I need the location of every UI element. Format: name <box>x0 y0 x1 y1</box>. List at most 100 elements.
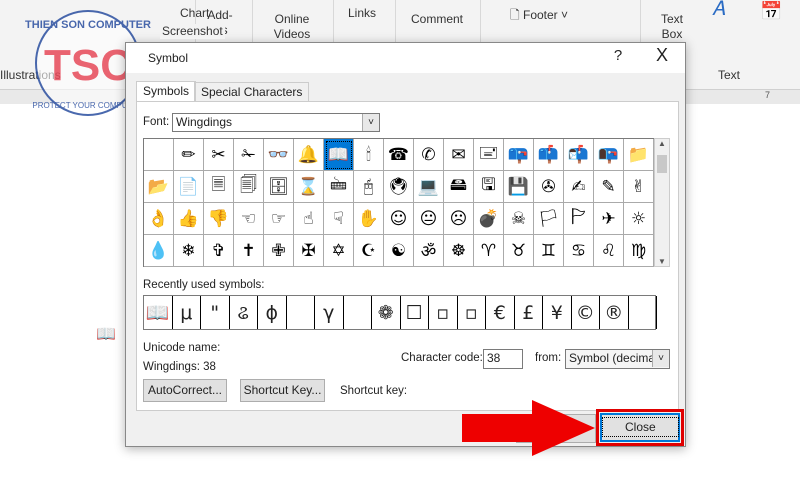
symbol-cell[interactable]: 🕯 <box>354 139 384 171</box>
symbol-cell[interactable]: ✂ <box>204 139 234 171</box>
symbol-cell[interactable]: 🗄 <box>264 171 294 203</box>
symbol-cell[interactable]: ☼ <box>624 203 654 235</box>
symbol-cell[interactable]: ♋ <box>564 235 594 267</box>
recent-symbol-cell[interactable]: ® <box>600 296 629 329</box>
chevron-down-icon[interactable]: ˅ <box>362 114 379 131</box>
symbol-cell[interactable]: ✍ <box>564 171 594 203</box>
symbol-cell[interactable]: ✎ <box>594 171 624 203</box>
grid-scrollbar[interactable]: ▲ ▼ <box>654 138 670 267</box>
symbol-cell[interactable]: ❄ <box>174 235 204 267</box>
symbol-cell[interactable]: 👌 <box>144 203 174 235</box>
recent-symbol-cell[interactable]: 📖 <box>144 296 173 329</box>
recent-symbol-cell[interactable]: © <box>572 296 600 329</box>
symbol-cell[interactable]: 🖃 <box>474 139 504 171</box>
symbol-cell[interactable]: ☞ <box>264 203 294 235</box>
symbol-cell[interactable]: 📭 <box>594 139 624 171</box>
symbol-cell[interactable]: ☟ <box>324 203 354 235</box>
recent-symbol-cell[interactable]: " <box>201 296 230 329</box>
autocorrect-button[interactable]: AutoCorrect... <box>143 379 227 402</box>
symbol-cell[interactable]: 🔔 <box>294 139 324 171</box>
symbol-cell[interactable]: ✙ <box>264 235 294 267</box>
recent-symbol-cell[interactable]: ଌ <box>230 296 258 329</box>
symbol-cell[interactable]: 📬 <box>564 139 594 171</box>
symbol-cell[interactable]: 🖮 <box>324 171 354 203</box>
symbol-cell[interactable]: 🏳 <box>534 203 564 235</box>
recent-symbol-cell[interactable] <box>629 296 657 329</box>
symbol-cell[interactable]: ✞ <box>204 235 234 267</box>
chevron-down-icon[interactable]: ˅ <box>652 350 669 367</box>
text-box-button[interactable]: Text Box <box>650 12 694 42</box>
symbol-cell[interactable]: 🏱 <box>564 203 594 235</box>
close-x-button[interactable]: X <box>648 45 676 66</box>
recent-symbol-cell[interactable]: € <box>486 296 515 329</box>
symbol-cell[interactable]: ॐ <box>414 235 444 267</box>
scroll-up-icon[interactable]: ▲ <box>655 139 669 148</box>
recent-symbol-cell[interactable]: ☐ <box>401 296 429 329</box>
symbol-cell[interactable]: 📁 <box>624 139 654 171</box>
symbol-cell[interactable]: ♊ <box>534 235 564 267</box>
font-select[interactable]: Wingdings ˅ <box>172 113 380 132</box>
symbol-cell[interactable]: 🖫 <box>474 171 504 203</box>
symbol-cell[interactable]: 🖰 <box>354 171 384 203</box>
recent-symbol-cell[interactable]: γ <box>315 296 344 329</box>
symbol-cell[interactable]: ⌛ <box>294 171 324 203</box>
symbol-cell[interactable]: ☹ <box>444 203 474 235</box>
symbol-cell[interactable]: ✏ <box>174 139 204 171</box>
wordart-icon[interactable]: 𝐴 <box>712 0 725 19</box>
recent-symbol-cell[interactable] <box>287 296 315 329</box>
help-button[interactable]: ? <box>606 47 630 64</box>
symbol-cell[interactable]: 👎 <box>204 203 234 235</box>
recent-symbol-cell[interactable]: ϕ <box>258 296 287 329</box>
recent-symbol-cell[interactable]: ❁ <box>372 296 401 329</box>
recent-symbol-cell[interactable]: ▫ <box>458 296 486 329</box>
links-button[interactable]: Links <box>342 6 382 21</box>
symbol-cell[interactable]: 💧 <box>144 235 174 267</box>
symbol-cell[interactable]: 📄 <box>174 171 204 203</box>
symbol-cell[interactable]: 📂 <box>144 171 174 203</box>
symbol-cell[interactable]: ☸ <box>444 235 474 267</box>
symbol-cell[interactable]: ☎ <box>384 139 414 171</box>
recent-symbols[interactable]: 📖 μ " ଌ ϕ γ ❁ ☐ ▫ ▫ € £ ¥ © ® <box>143 295 657 330</box>
symbol-cell[interactable]: 📫 <box>534 139 564 171</box>
symbol-cell[interactable]: 🖴 <box>444 171 474 203</box>
symbol-cell[interactable]: ✇ <box>534 171 564 203</box>
symbol-cell[interactable]: ☯ <box>384 235 414 267</box>
symbol-cell[interactable]: ✌ <box>624 171 654 203</box>
symbol-cell[interactable]: ✉ <box>444 139 474 171</box>
symbol-cell[interactable]: ✁ <box>234 139 264 171</box>
footer-button[interactable]: 🗋 Footer ˅ <box>510 8 568 23</box>
shortcut-key-button[interactable]: Shortcut Key... <box>240 379 325 402</box>
symbol-cell[interactable]: ☠ <box>504 203 534 235</box>
symbol-cell[interactable]: 💣 <box>474 203 504 235</box>
recent-symbol-cell[interactable]: ▫ <box>429 296 458 329</box>
close-button[interactable]: Close <box>600 413 680 442</box>
symbol-cell[interactable]: 🗐 <box>234 171 264 203</box>
symbol-cell[interactable]: 📖 <box>324 139 354 171</box>
recent-symbol-cell[interactable] <box>344 296 372 329</box>
symbol-cell[interactable]: ♌ <box>594 235 624 267</box>
symbol-cell[interactable]: 🖲 <box>384 171 414 203</box>
symbol-cell[interactable]: ☝ <box>294 203 324 235</box>
symbol-cell[interactable]: 😐 <box>414 203 444 235</box>
symbol-cell[interactable]: 👓 <box>264 139 294 171</box>
recent-symbol-cell[interactable]: ¥ <box>543 296 572 329</box>
dialog-titlebar[interactable]: Symbol ? X <box>126 43 685 73</box>
character-code-input[interactable]: 38 <box>483 349 523 369</box>
symbol-cell[interactable]: ✋ <box>354 203 384 235</box>
date-time-icon[interactable]: 📅 <box>760 2 782 20</box>
symbol-cell[interactable]: 💻 <box>414 171 444 203</box>
symbol-cell[interactable]: ☪ <box>354 235 384 267</box>
symbol-cell[interactable]: ♈ <box>474 235 504 267</box>
symbol-cell[interactable]: ✈ <box>594 203 624 235</box>
symbol-cell[interactable]: ♍ <box>624 235 654 267</box>
symbol-cell[interactable]: 🗏 <box>204 171 234 203</box>
online-videos-button[interactable]: Online Videos <box>262 12 322 42</box>
symbol-grid[interactable]: ✏ ✂ ✁ 👓 🔔 📖 🕯 ☎ ✆ ✉ 🖃 📪 📫 📬 📭 📁 📂 📄 🗏 🗐 🗄 ⌛ 🖮 🖰 🖲 💻 🖴 🖫 💾 ✇ ✍ ✎ ✌ 👌 👍 👎 ☜ ☞ ☝ ☟… <box>143 138 654 267</box>
symbol-cell[interactable]: ☜ <box>234 203 264 235</box>
symbol-cell[interactable]: ✡ <box>324 235 354 267</box>
tab-symbols[interactable]: Symbols <box>136 81 197 102</box>
recent-symbol-cell[interactable]: μ <box>173 296 201 329</box>
scroll-thumb[interactable] <box>657 155 667 173</box>
comment-button[interactable]: Comment <box>405 12 469 27</box>
symbol-cell[interactable]: ✠ <box>294 235 324 267</box>
